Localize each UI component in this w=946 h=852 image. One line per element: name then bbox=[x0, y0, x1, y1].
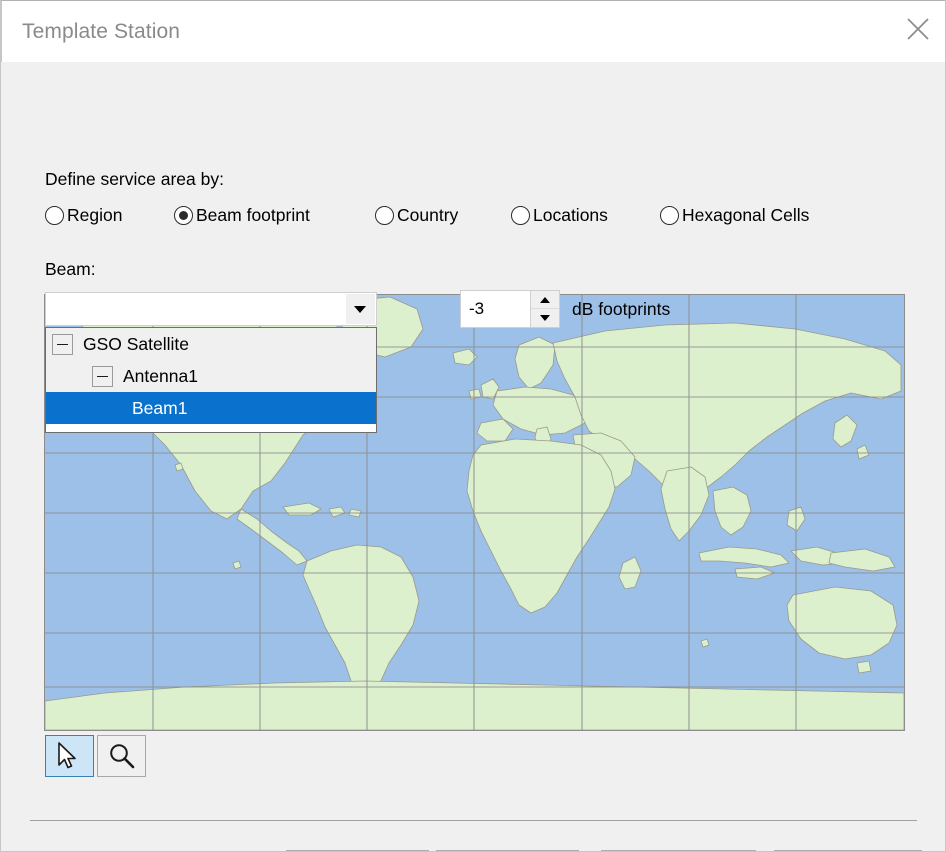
beam-combo-arrow-button[interactable] bbox=[346, 294, 375, 324]
radio-indicator bbox=[660, 205, 679, 225]
close-button[interactable] bbox=[890, 1, 945, 62]
map-toolbar bbox=[45, 735, 146, 777]
spinner-down-icon bbox=[540, 315, 550, 321]
radio-indicator bbox=[511, 205, 530, 225]
radio-beam-footprint[interactable]: Beam footprint bbox=[174, 202, 310, 228]
expander-minus-icon[interactable] bbox=[92, 365, 113, 387]
radio-indicator bbox=[375, 205, 394, 225]
footer-separator bbox=[30, 820, 917, 821]
radio-label: Region bbox=[67, 204, 123, 225]
map-tool-zoom[interactable] bbox=[97, 735, 146, 777]
tree-item-beam1[interactable]: Beam1 bbox=[46, 392, 376, 424]
radio-region[interactable]: Region bbox=[45, 202, 122, 228]
spinner-up-icon bbox=[540, 297, 550, 303]
radio-country[interactable]: Country bbox=[375, 202, 458, 228]
beam-dropdown-list[interactable]: GSO Satellite Antenna1 Beam1 bbox=[45, 327, 377, 433]
expander-minus-icon[interactable] bbox=[52, 333, 73, 355]
tree-item-label: Beam1 bbox=[132, 397, 188, 418]
radio-label: Locations bbox=[533, 204, 608, 225]
chevron-down-icon bbox=[354, 306, 366, 313]
beam-combo-box[interactable] bbox=[45, 292, 377, 326]
db-footprint-input[interactable] bbox=[461, 291, 529, 327]
radio-label: Beam footprint bbox=[196, 204, 310, 225]
radio-indicator bbox=[174, 205, 193, 225]
beam-label: Beam: bbox=[45, 259, 96, 279]
define-service-area-label: Define service area by: bbox=[45, 169, 224, 189]
db-footprints-label: dB footprints bbox=[572, 299, 671, 319]
tree-item-gso-satellite[interactable]: GSO Satellite bbox=[46, 328, 376, 360]
tree-item-label: GSO Satellite bbox=[83, 333, 190, 354]
radio-locations[interactable]: Locations bbox=[511, 202, 608, 228]
map-tool-pointer[interactable] bbox=[45, 735, 94, 777]
radio-hexagonal-cells[interactable]: Hexagonal Cells bbox=[660, 202, 809, 228]
db-footprint-spinner[interactable] bbox=[460, 290, 560, 328]
window-title: Template Station bbox=[22, 20, 181, 43]
template-station-dialog: Template Station Define service area by:… bbox=[0, 0, 946, 852]
dropdown-footer bbox=[46, 424, 376, 432]
spinner-up-button[interactable] bbox=[530, 291, 559, 309]
radio-label: Country bbox=[397, 204, 459, 225]
spinner-down-button[interactable] bbox=[530, 309, 559, 327]
tree-item-label: Antenna1 bbox=[123, 365, 198, 386]
radio-label: Hexagonal Cells bbox=[682, 204, 810, 225]
tree-item-antenna1[interactable]: Antenna1 bbox=[46, 360, 376, 392]
title-bar: Template Station bbox=[1, 0, 945, 62]
dialog-body: Define service area by: Region Beam foot… bbox=[2, 62, 945, 851]
radio-indicator bbox=[45, 205, 64, 225]
